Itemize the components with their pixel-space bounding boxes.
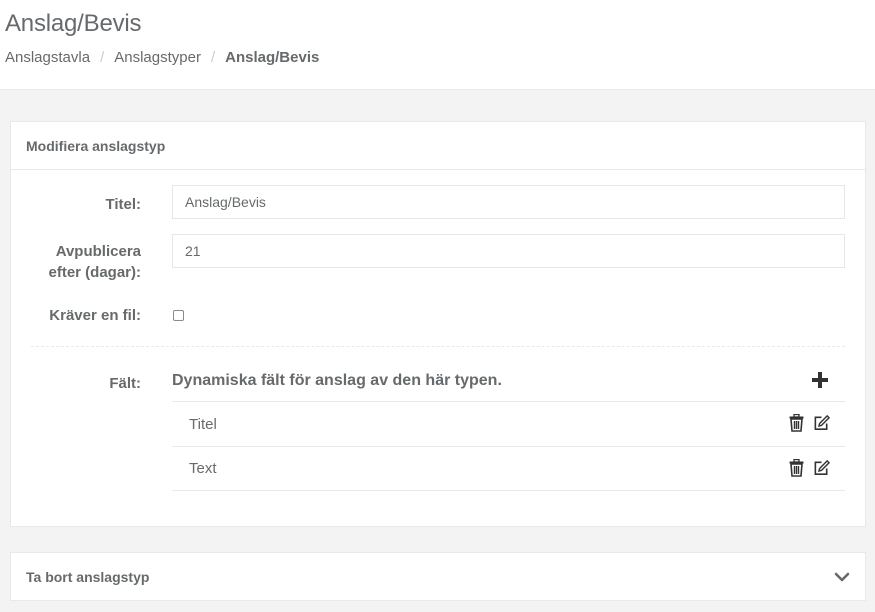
breadcrumb-item-current: Anslag/Bevis — [225, 49, 320, 66]
title-input[interactable] — [172, 185, 845, 219]
title-label: Titel: — [105, 196, 141, 213]
page-title: Anslag/Bevis — [5, 10, 142, 37]
chevron-down-icon[interactable] — [834, 569, 850, 585]
modify-panel: Modifiera anslagstyp Titel: Avpublicera … — [10, 121, 866, 527]
requires-file-label: Kräver en fil: — [49, 307, 141, 324]
field-item-titel: Titel — [172, 401, 845, 446]
delete-panel-title: Ta bort anslagstyp — [26, 568, 150, 585]
page-header: Anslag/Bevis Anslagstavla / Anslagstyper… — [0, 0, 875, 90]
breadcrumb-item-anslagstavla[interactable]: Anslagstavla — [5, 49, 90, 66]
modify-panel-heading: Modifiera anslagstyp — [11, 122, 865, 170]
breadcrumb-item-anslagstyper[interactable]: Anslagstyper — [114, 49, 201, 66]
edit-icon[interactable] — [813, 414, 830, 432]
delete-panel-heading[interactable]: Ta bort anslagstyp — [11, 553, 865, 600]
breadcrumb: Anslagstavla / Anslagstyper / Anslag/Bev… — [5, 49, 319, 66]
edit-icon[interactable] — [813, 459, 830, 477]
field-list: Titel Text — [172, 401, 845, 491]
field-item-label: Titel — [189, 415, 217, 433]
field-item-text: Text — [172, 446, 845, 491]
unpublish-label: Avpublicera efter (dagar): — [48, 241, 141, 283]
field-item-actions — [788, 459, 830, 477]
unpublish-label-line2: efter (dagar): — [48, 264, 141, 281]
trash-icon[interactable] — [788, 414, 805, 432]
fields-label: Fält: — [109, 375, 141, 392]
field-item-actions — [788, 414, 830, 432]
form-divider — [31, 346, 845, 347]
breadcrumb-separator: / — [210, 49, 216, 66]
unpublish-days-input[interactable] — [172, 234, 845, 268]
breadcrumb-separator: / — [100, 49, 105, 66]
unpublish-label-line1: Avpublicera — [55, 243, 141, 260]
field-item-label: Text — [189, 460, 217, 477]
fields-description: Dynamiska fält för anslag av den här typ… — [172, 372, 502, 389]
delete-panel: Ta bort anslagstyp — [10, 552, 866, 601]
requires-file-checkbox[interactable] — [173, 310, 184, 321]
trash-icon[interactable] — [788, 459, 805, 477]
add-field-plus-icon[interactable] — [811, 371, 829, 389]
